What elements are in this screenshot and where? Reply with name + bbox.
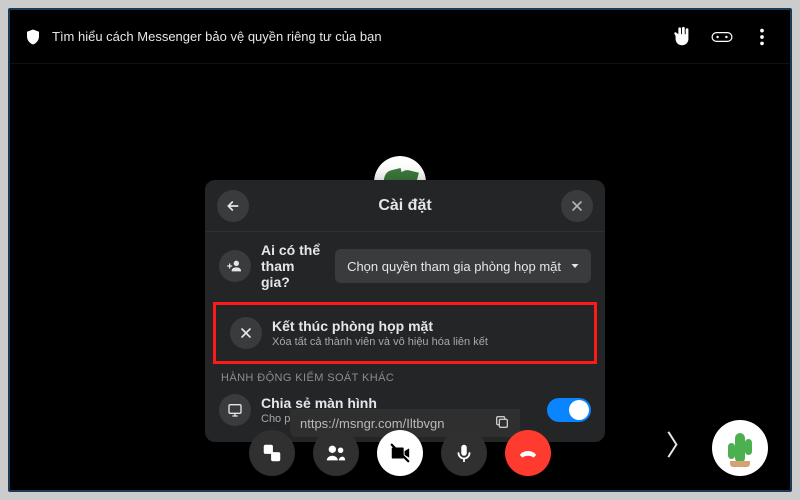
end-room-subtitle: Xóa tất cả thành viên và vô hiệu hóa liê… xyxy=(272,336,488,348)
remote-avatar xyxy=(374,156,426,182)
person-add-icon xyxy=(219,250,251,282)
share-screen-button[interactable] xyxy=(249,430,295,476)
self-avatar[interactable] xyxy=(712,420,768,476)
other-controls-header: HÀNH ĐỘNG KIỂM SOÁT KHÁC xyxy=(205,370,605,384)
microphone-button[interactable] xyxy=(441,430,487,476)
chevron-down-icon xyxy=(569,260,581,272)
who-can-join-row: Ai có thể tham gia? Chọn quyền tham gia … xyxy=(205,232,605,300)
join-permission-dropdown[interactable]: Chọn quyền tham gia phòng họp mặt xyxy=(335,249,591,283)
end-room-row[interactable]: Kết thúc phòng họp mặt Xóa tất cả thành … xyxy=(216,307,594,359)
top-bar: Tìm hiểu cách Messenger bảo vệ quyền riê… xyxy=(10,10,790,64)
room-link-text: nttps://msngr.com/Iltbvgn xyxy=(300,416,445,431)
participants-button[interactable] xyxy=(313,430,359,476)
privacy-banner-text[interactable]: Tìm hiểu cách Messenger bảo vệ quyền riê… xyxy=(52,29,382,44)
end-room-title: Kết thúc phòng họp mặt xyxy=(272,318,488,334)
who-can-join-label: Ai có thể tham gia? xyxy=(261,242,325,290)
panel-header: Cài đặt xyxy=(205,180,605,232)
app-window: Tìm hiểu cách Messenger bảo vệ quyền riê… xyxy=(8,8,792,492)
screen-share-toggle[interactable] xyxy=(547,398,591,422)
more-menu-icon[interactable] xyxy=(748,23,776,51)
back-button[interactable] xyxy=(217,190,249,222)
camera-button[interactable] xyxy=(377,430,423,476)
close-icon xyxy=(230,317,262,349)
game-controller-icon[interactable] xyxy=(708,23,736,51)
dropdown-text: Chọn quyền tham gia phòng họp mặt xyxy=(347,259,561,274)
shield-icon xyxy=(24,27,42,47)
close-button[interactable] xyxy=(561,190,593,222)
highlight-annotation: Kết thúc phòng họp mặt Xóa tất cả thành … xyxy=(213,302,597,364)
screen-share-icon xyxy=(219,394,251,426)
settings-panel: Cài đặt Ai có thể tham gia? Chọn quyền t… xyxy=(205,180,605,442)
call-area: Cài đặt Ai có thể tham gia? Chọn quyền t… xyxy=(10,64,790,490)
end-call-button[interactable] xyxy=(505,430,551,476)
panel-title: Cài đặt xyxy=(378,197,431,215)
raise-hand-icon[interactable] xyxy=(668,23,696,51)
next-chevron-icon[interactable]: 〉 xyxy=(666,424,694,464)
call-controls xyxy=(249,430,551,476)
